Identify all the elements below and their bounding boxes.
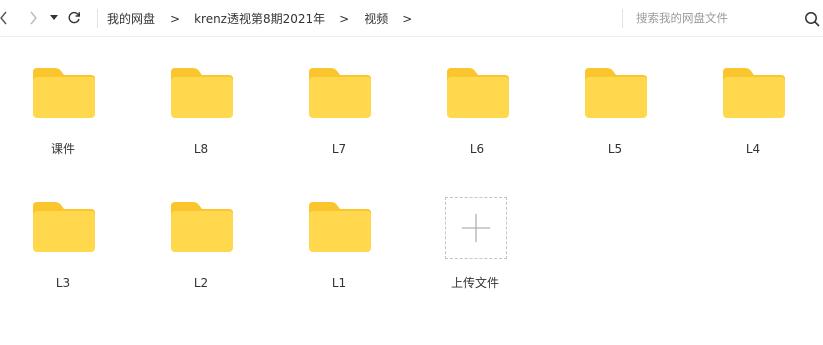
folder-name: L3 [55, 276, 71, 290]
folder-tile[interactable]: L3 [1, 202, 125, 310]
breadcrumb-item-course[interactable]: krenz透视第8期2021年 [194, 10, 325, 27]
folder-tile[interactable]: L5 [553, 68, 677, 176]
search-button[interactable] [804, 9, 823, 28]
breadcrumb: 我的网盘 > krenz透视第8期2021年 > 视频 > [107, 10, 412, 27]
folder-name: 课件 [50, 142, 75, 156]
folder-tile[interactable]: L4 [691, 68, 815, 176]
folder-name: L6 [469, 142, 485, 156]
forward-button[interactable] [25, 8, 41, 28]
plus-icon [462, 214, 490, 242]
chevron-left-icon [0, 11, 7, 25]
folder-name: L7 [331, 142, 347, 156]
upload-tile[interactable]: 上传文件 [413, 197, 537, 305]
folder-name: L5 [607, 142, 623, 156]
folder-name: L2 [193, 276, 209, 290]
search-icon [805, 11, 820, 27]
folder-icon [447, 68, 509, 118]
refresh-button[interactable] [65, 8, 83, 28]
folder-icon [33, 68, 95, 118]
folder-tile[interactable]: L6 [415, 68, 539, 176]
folder-icon [723, 68, 785, 118]
folder-tile[interactable]: L7 [277, 68, 401, 176]
caret-down-icon [50, 15, 58, 20]
search-divider [622, 9, 623, 28]
history-dropdown-button[interactable] [47, 8, 61, 28]
upload-button[interactable] [445, 197, 507, 259]
folder-icon [309, 202, 371, 252]
upload-label: 上传文件 [450, 276, 499, 290]
folder-name: L1 [331, 276, 347, 290]
back-button[interactable] [0, 8, 10, 28]
breadcrumb-item-videos[interactable]: 视频 [364, 10, 388, 27]
breadcrumb-item-root[interactable]: 我的网盘 [107, 10, 155, 27]
toolbar: 我的网盘 > krenz透视第8期2021年 > 视频 > [0, 0, 823, 37]
folder-icon [171, 68, 233, 118]
search-input[interactable] [636, 9, 786, 27]
folder-tile[interactable]: 课件 [1, 68, 125, 176]
breadcrumb-separator: > [170, 11, 181, 26]
refresh-icon [68, 11, 80, 24]
folder-icon [585, 68, 647, 118]
chevron-right-icon [30, 11, 37, 25]
toolbar-divider [97, 9, 98, 28]
folder-tile[interactable]: L2 [139, 202, 263, 310]
breadcrumb-separator: > [339, 11, 350, 26]
folder-tile[interactable]: L1 [277, 202, 401, 310]
folder-name: L4 [745, 142, 761, 156]
folder-icon [309, 68, 371, 118]
breadcrumb-separator: > [402, 11, 413, 26]
folder-icon [171, 202, 233, 252]
folder-tile[interactable]: L8 [139, 68, 263, 176]
folder-icon [33, 202, 95, 252]
folder-name: L8 [193, 142, 209, 156]
